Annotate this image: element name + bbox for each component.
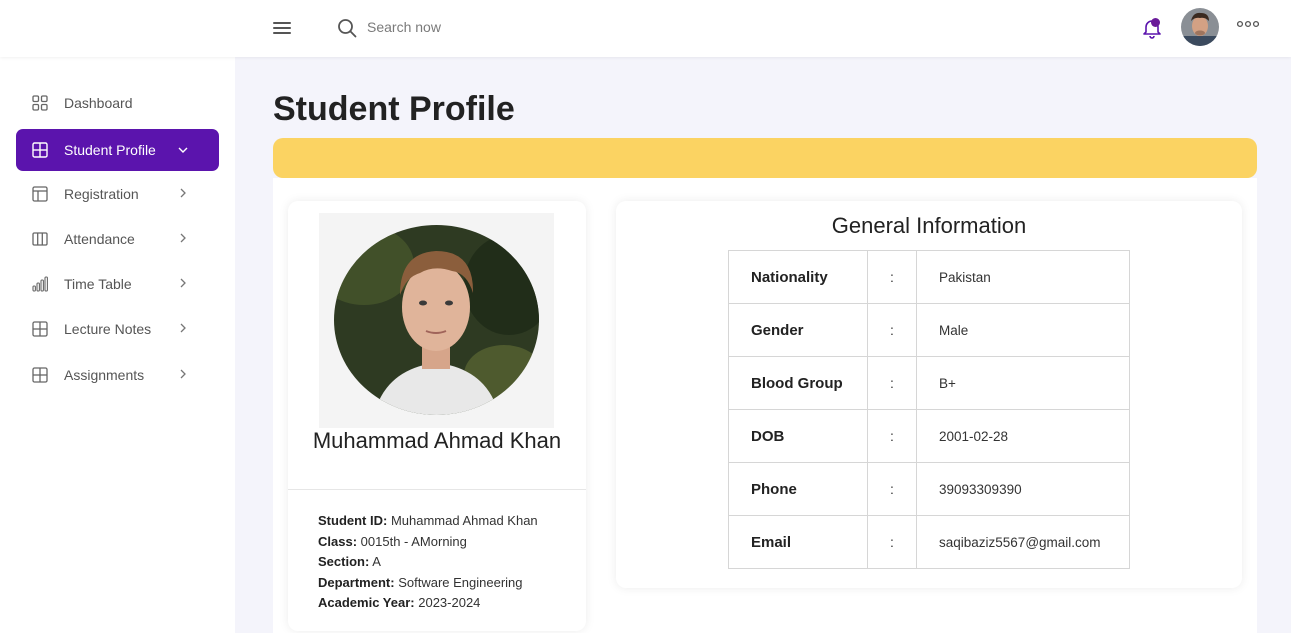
sidebar-item-lecture-notes[interactable]: Lecture Notes [16,308,219,350]
info-value: 2001-02-28 [916,409,1130,463]
sidebar-item-assignments[interactable]: Assignments [16,354,219,396]
table-icon [32,321,48,337]
sidebar: Dashboard Student Profile Registration A [0,57,235,633]
student-name: Muhammad Ahmad Khan [312,428,562,453]
table-row: Gender : Male [728,303,1130,357]
more-options-icon[interactable] [1237,20,1259,28]
info-value: Male [916,303,1130,357]
info-label: DOB [728,409,868,463]
avatar[interactable] [1181,8,1219,46]
detail-row: Class: 0015th - AMorning [318,532,538,553]
columns-icon [32,232,48,246]
sidebar-item-label: Time Table [64,276,132,292]
sidebar-item-label: Registration [64,186,139,202]
chevron-right-icon [180,188,186,198]
detail-value: Software Engineering [398,574,523,590]
detail-value: 0015th - AMorning [360,533,467,549]
table-row: Blood Group : B+ [728,356,1130,410]
detail-value: A [372,554,381,569]
chevron-right-icon [180,278,186,288]
info-value: 39093309390 [916,462,1130,516]
info-value: B+ [916,356,1130,410]
sidebar-item-label: Attendance [64,231,135,247]
general-info-title: General Information [831,213,1027,238]
info-label: Gender [728,303,868,357]
detail-row: Academic Year: 2023-2024 [318,593,538,614]
sidebar-item-attendance[interactable]: Attendance [16,218,219,260]
info-value: saqibaziz5567@gmail.com [916,515,1130,569]
table-icon [32,142,48,158]
search-input[interactable] [367,16,567,38]
sidebar-item-student-profile[interactable]: Student Profile [16,129,219,171]
notification-dot [1151,18,1160,27]
detail-label: Academic Year: [318,595,415,610]
profile-photo-frame [319,213,554,428]
chevron-right-icon [180,369,186,379]
hamburger-menu-icon[interactable] [273,19,293,37]
profile-photo [334,225,539,415]
detail-value: Muhammad Ahmad Khan [390,513,538,528]
info-separator: : [867,462,917,516]
sidebar-item-label: Dashboard [64,95,133,111]
sidebar-item-time-table[interactable]: Time Table [16,263,219,305]
profile-card: Muhammad Ahmad Khan Student ID: Muhammad… [288,201,586,631]
table-icon [32,367,48,383]
sidebar-item-dashboard[interactable]: Dashboard [16,82,219,124]
info-separator: : [867,250,917,304]
info-label: Blood Group [728,356,868,410]
chevron-right-icon [180,233,186,243]
detail-row: Student ID: Muhammad Ahmad Khan [318,511,538,532]
table-row: Nationality : Pakistan [728,250,1130,304]
page-title: Student Profile [273,90,515,128]
sidebar-item-label: Student Profile [64,142,156,158]
table-row: Email : saqibaziz5567@gmail.com [728,515,1130,569]
general-info-card: General Information Nationality : Pakist… [616,201,1242,588]
info-separator: : [867,303,917,357]
sidebar-item-label: Assignments [64,367,145,383]
chevron-down-icon [178,147,188,153]
sidebar-item-registration[interactable]: Registration [16,173,219,215]
table-row: Phone : 39093309390 [728,462,1130,516]
student-details: Student ID: Muhammad Ahmad Khan Class: 0… [318,511,538,614]
detail-label: Department: [318,574,395,590]
info-separator: : [867,356,917,410]
info-label: Email [728,515,868,569]
search-icon [338,19,357,38]
grid-four-icon [32,95,48,111]
divider [288,489,586,490]
detail-row: Department: Software Engineering [318,573,538,594]
layout-icon [32,186,48,202]
sidebar-item-label: Lecture Notes [64,321,152,337]
chevron-right-icon [180,323,186,333]
detail-label: Section: [318,554,370,569]
detail-label: Student ID: [318,513,388,528]
banner [273,138,1257,178]
detail-label: Class: [318,533,358,549]
general-info-table: Nationality : Pakistan Gender : Male Blo… [728,250,1130,569]
info-label: Phone [728,462,868,516]
info-value: Pakistan [916,250,1130,304]
info-separator: : [867,409,917,463]
top-bar [0,0,1291,57]
bar-chart-icon [32,276,48,292]
table-row: DOB : 2001-02-28 [728,409,1130,463]
detail-row: Section: A [318,552,538,573]
info-label: Nationality [728,250,868,304]
detail-value: 2023-2024 [418,595,481,610]
info-separator: : [867,515,917,569]
